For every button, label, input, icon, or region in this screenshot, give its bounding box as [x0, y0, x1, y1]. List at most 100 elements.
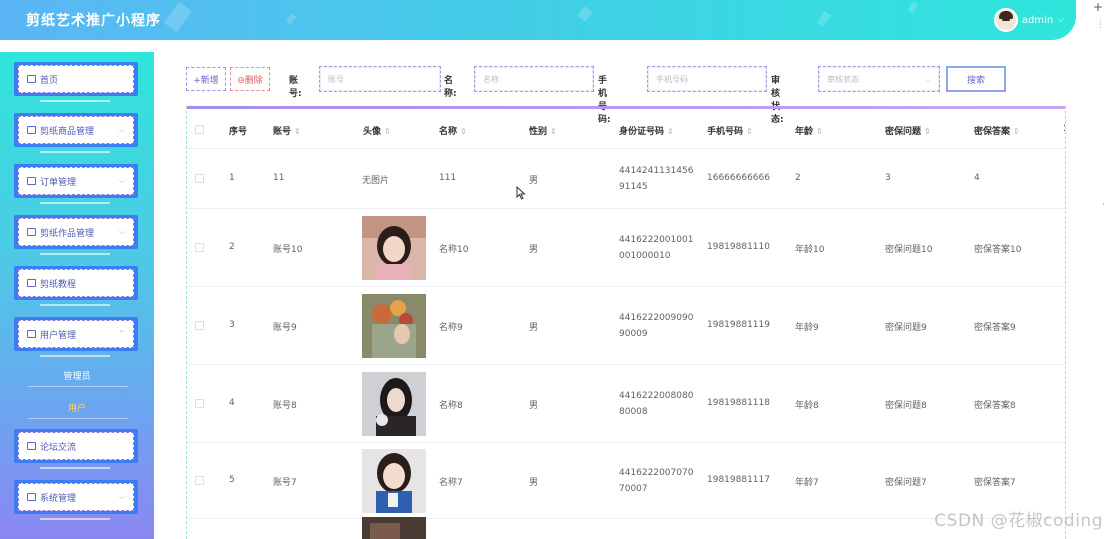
delete-button[interactable]: ⊖删除 [230, 67, 270, 91]
account-search-input[interactable]: 账号 [319, 66, 441, 92]
sidebar-item-home[interactable]: 首页 [14, 62, 138, 102]
name-cell: 名称9 [439, 323, 463, 333]
menu-underline [40, 467, 110, 469]
menu-underline [40, 518, 110, 520]
sort-icon[interactable]: ⇕ [550, 127, 557, 136]
menu-inner: 首页 [18, 65, 134, 93]
avatar-image [362, 517, 426, 539]
audit-status-select[interactable]: 审核状态 ⌵ [818, 66, 940, 92]
row-checkbox[interactable] [195, 174, 204, 183]
security-question-cell: 密保问题10 [885, 245, 933, 255]
row-checkbox[interactable] [195, 476, 204, 485]
security-answer-cell: 密保答案9 [974, 323, 1016, 333]
sort-icon[interactable]: ⇕ [816, 127, 823, 136]
menu-inner: 剪纸作品管理 ⌵ [18, 218, 134, 246]
age-cell: 年龄9 [795, 323, 819, 333]
sidebar-item-order[interactable]: 订单管理 ⌵ [14, 164, 138, 204]
avatar-image[interactable] [362, 372, 426, 436]
column-header[interactable]: 性别 ⇕ [529, 124, 557, 137]
sidebar-item-system[interactable]: 系统管理 ⌵ [14, 480, 138, 520]
account-cell: 11 [273, 173, 285, 183]
search-button[interactable]: 搜索 [946, 66, 1006, 92]
column-header[interactable]: 密保答案 ⇕ [974, 124, 1020, 137]
menu-underline [40, 151, 110, 153]
sidebar-item-label: 用户管理 [40, 330, 77, 341]
table-row[interactable]: 2 账号10 名称10 男 4416222001001001000010 19819881… [187, 209, 1065, 287]
column-header[interactable]: 密保问题 ⇕ [885, 124, 931, 137]
avatar-image[interactable] [362, 449, 426, 513]
sidebar-item-label: 系统管理 [40, 493, 77, 504]
phone-cell: 16666666666 [707, 173, 770, 183]
sort-icon[interactable]: ⇕ [294, 127, 301, 136]
column-header[interactable]: 手机号码 ⇕ [707, 124, 753, 137]
add-button[interactable]: +新增 [186, 67, 226, 91]
column-header[interactable]: 头像 ⇕ [363, 124, 391, 137]
security-question-cell: 密保问题7 [885, 478, 927, 488]
column-header[interactable]: 账号 ⇕ [273, 124, 301, 137]
chevron-icon: ⌃ [118, 329, 125, 338]
account-cell: 账号9 [273, 323, 297, 333]
column-header-label: 头像 [363, 127, 382, 137]
plus-icon[interactable]: + [1093, 0, 1103, 14]
user-menu[interactable]: admin ⌵ [993, 8, 1064, 32]
chevron-icon: ⌵ [118, 176, 125, 185]
sort-icon[interactable]: ⇕ [667, 127, 674, 136]
row-index: 3 [229, 320, 235, 330]
table-row[interactable]: 3 账号9 名称9 男 441622200909090009 19819881119 年龄9… [187, 287, 1065, 365]
submenu-divider [28, 418, 128, 419]
column-header[interactable]: 身份证号码 ⇕ [619, 124, 674, 137]
column-header[interactable]: 序号 [229, 124, 247, 137]
sort-icon[interactable]: ⇕ [460, 127, 467, 136]
sidebar-item-shop[interactable]: 剪纸商品管理 ⌵ [14, 113, 138, 153]
avatar-image[interactable] [362, 216, 426, 280]
phone-search-input[interactable]: 手机号码 [647, 66, 767, 92]
sidebar-item-label: 首页 [40, 75, 59, 86]
app-title: 剪纸艺术推广小程序 [26, 13, 161, 29]
chevron-down-icon: ⌵ [1057, 15, 1064, 25]
column-header-label: 账号 [273, 127, 292, 137]
column-header-label: 序号 [229, 127, 248, 137]
name-search-input[interactable]: 名称 [474, 66, 594, 92]
shop-icon [27, 126, 36, 134]
select-all-checkbox[interactable] [195, 125, 204, 134]
edge-dot: · [1102, 200, 1105, 210]
sidebar-item-book[interactable]: 剪纸教程 [14, 266, 138, 306]
age-cell: 年龄10 [795, 245, 825, 255]
sort-icon[interactable]: ⇕ [1013, 127, 1020, 136]
sort-icon[interactable]: ⇕ [924, 127, 931, 136]
age-cell: 2 [795, 173, 801, 183]
table-row[interactable]: 1 11 无图片 111 男 441424113145691145 16666666666 2… [187, 149, 1065, 209]
sidebar-item-label: 剪纸作品管理 [40, 228, 95, 239]
submenu-item-admin[interactable]: 管理员 [0, 369, 154, 382]
menu-underline [40, 355, 110, 357]
sidebar: 首页 剪纸商品管理 ⌵ 订单管理 ⌵ 剪纸作品管理 ⌵ 剪纸教程 用户管理 ⌃ 论坛交流 系统管理 ⌵ … [0, 52, 154, 539]
more-icon[interactable]: ⋮ [1096, 20, 1105, 30]
sidebar-item-forum[interactable]: 论坛交流 [14, 429, 138, 469]
submenu-item-user[interactable]: 用户 [0, 401, 154, 414]
column-header[interactable]: 名称 ⇕ [439, 124, 467, 137]
top-header: 剪纸艺术推广小程序 admin ⌵ [0, 0, 1076, 40]
sort-icon[interactable]: ⇕ [384, 127, 391, 136]
table-header: 序号账号⇕头像⇕名称⇕性别⇕身份证号码⇕手机号码⇕年龄⇕密保问题⇕密保答案⇕1 [187, 109, 1065, 149]
chevron-icon: ⌵ [118, 492, 125, 501]
sort-icon[interactable]: ⇕ [746, 127, 753, 136]
phone-cell: 19819881117 [707, 475, 770, 485]
account-cell: 账号10 [273, 245, 303, 255]
sidebar-item-user[interactable]: 用户管理 ⌃ [14, 317, 138, 357]
table-row[interactable]: 4 账号8 名称8 男 441622200808080008 19819881118 年龄8… [187, 365, 1065, 443]
book-icon [27, 279, 36, 287]
security-question-cell: 3 [885, 173, 891, 183]
row-checkbox[interactable] [195, 243, 204, 252]
sidebar-item-folder[interactable]: 剪纸作品管理 ⌵ [14, 215, 138, 255]
row-checkbox[interactable] [195, 399, 204, 408]
column-header[interactable]: 年龄 ⇕ [795, 124, 823, 137]
avatar-image[interactable] [362, 294, 426, 358]
column-header-label: 手机号码 [707, 127, 744, 137]
row-index: 4 [229, 398, 235, 408]
user-name: admin [1021, 14, 1054, 26]
user-table: 序号 账号 ⇕ 头像 ⇕ 名称 ⇕ 性别 ⇕ 身份证号码 ⇕ 手机号码 ⇕ 年龄 ⇕ 密保问题 ⇕ 密保答案 ⇕ 1 … [186, 106, 1066, 539]
header-decoration [816, 10, 832, 28]
row-checkbox[interactable] [195, 321, 204, 330]
id-card-cell: 441622200808080008 [619, 391, 694, 417]
column-header-label: 性别 [529, 127, 548, 137]
